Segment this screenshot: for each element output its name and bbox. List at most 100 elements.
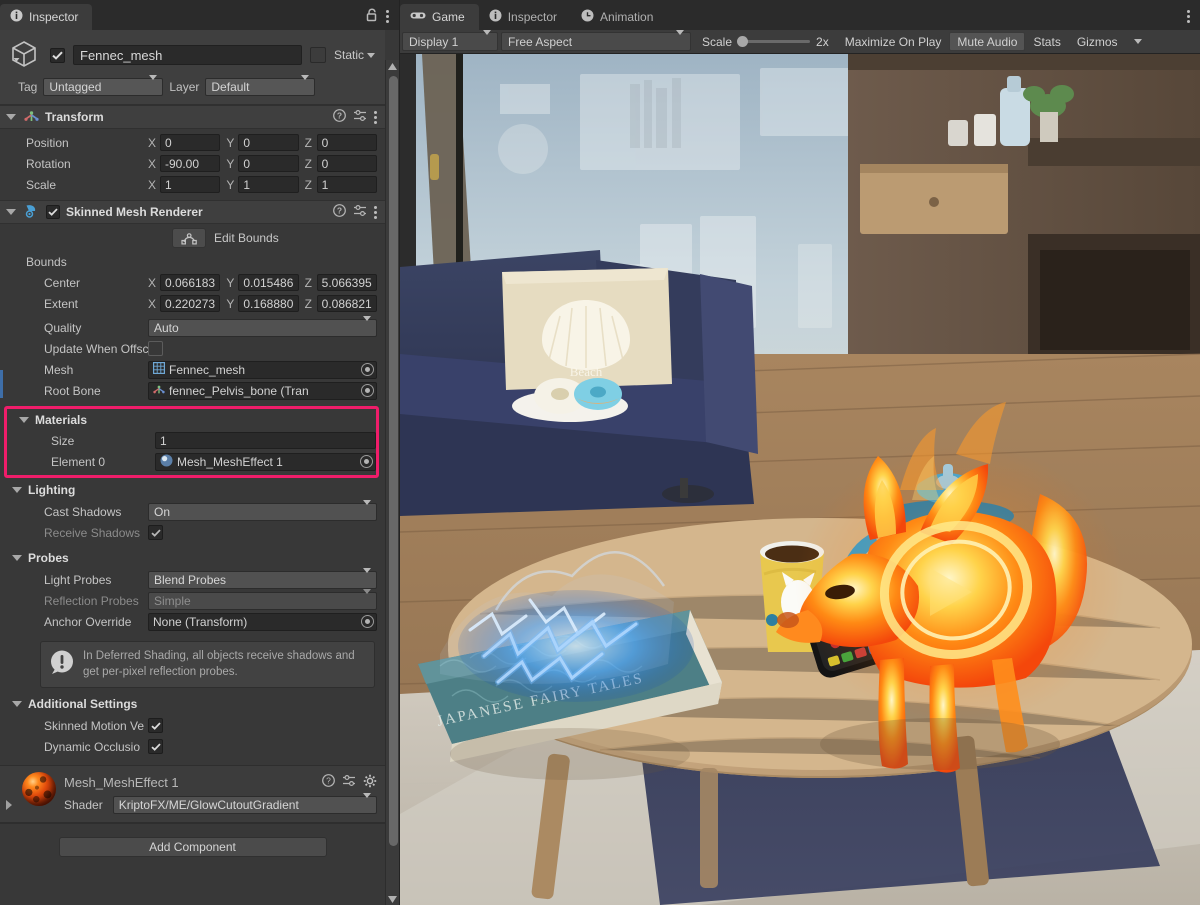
scale-z-input[interactable]: 1 <box>316 176 377 193</box>
probes-header[interactable]: Probes <box>0 548 385 568</box>
game-tabbar: Game Inspector Animation <box>400 0 1200 30</box>
materials-element0-object-field[interactable]: Mesh_MeshEffect 1 <box>155 452 376 471</box>
rotation-z-input[interactable]: 0 <box>316 155 377 172</box>
scroll-up-arrow-icon[interactable] <box>388 60 397 72</box>
foldout-icon[interactable] <box>12 555 22 561</box>
bounds-extent-z-input[interactable]: 0.086821 <box>316 295 377 312</box>
scrollbar-thumb[interactable] <box>388 76 398 846</box>
help-icon[interactable]: ? <box>322 774 335 790</box>
mesh-icon <box>153 362 166 377</box>
quality-dropdown[interactable]: Auto <box>148 315 377 337</box>
axis-y-label: Y <box>226 156 235 171</box>
scale-y-input[interactable]: 1 <box>238 176 299 193</box>
lock-open-icon[interactable] <box>366 8 378 25</box>
svg-text:?: ? <box>326 776 331 786</box>
layer-label: Layer <box>169 80 200 94</box>
root-bone-object-field[interactable]: fennec_Pelvis_bone (Tran <box>148 381 377 400</box>
materials-size-input[interactable]: 1 <box>155 432 376 449</box>
light-probes-dropdown[interactable]: Blend Probes <box>148 567 377 589</box>
stats-button[interactable]: Stats <box>1025 32 1068 51</box>
position-x-input[interactable]: 0 <box>160 134 221 151</box>
svg-text:?: ? <box>337 206 342 216</box>
display-dropdown[interactable]: Display 1 <box>402 29 498 51</box>
scale-slider[interactable] <box>737 36 811 47</box>
tab-animation-label: Animation <box>600 10 654 24</box>
game-view-render[interactable]: Beach JAPANESE FAIRY TALES <box>400 54 1200 905</box>
scale-control[interactable]: Scale 2x <box>694 35 837 49</box>
scale-x-input[interactable]: 1 <box>160 176 221 193</box>
foldout-icon[interactable] <box>6 209 16 215</box>
object-picker-icon[interactable] <box>361 615 374 628</box>
gizmos-dropdown-arrow[interactable] <box>1126 32 1153 51</box>
gameobject-name-input[interactable] <box>73 45 302 65</box>
maximize-on-play-button[interactable]: Maximize On Play <box>837 32 950 51</box>
rotation-y-input[interactable]: 0 <box>238 155 299 172</box>
tab-inspector-secondary[interactable]: Inspector <box>479 4 571 30</box>
tab-game[interactable]: Game <box>400 4 479 30</box>
add-component-button[interactable]: Add Component <box>58 837 327 858</box>
mute-audio-button[interactable]: Mute Audio <box>949 32 1026 51</box>
aspect-dropdown[interactable]: Free Aspect <box>501 29 691 51</box>
component-header-skinned-mesh-renderer[interactable]: Skinned Mesh Renderer ? <box>0 200 385 224</box>
gameobject-enabled-checkbox[interactable] <box>50 47 65 63</box>
lighting-header[interactable]: Lighting <box>0 480 385 500</box>
component-header-transform[interactable]: Transform ? <box>0 105 385 129</box>
scrollbar-track[interactable] <box>386 72 400 893</box>
receive-shadows-checkbox[interactable] <box>148 525 163 540</box>
scroll-down-arrow-icon[interactable] <box>388 893 397 905</box>
additional-settings-title: Additional Settings <box>28 697 138 712</box>
skinned-mesh-renderer-enabled-checkbox[interactable] <box>46 205 60 219</box>
bounds-extent-y-input[interactable]: 0.168880 <box>238 295 299 312</box>
bounds-extent-x-input[interactable]: 0.220273 <box>160 295 221 312</box>
object-picker-icon[interactable] <box>361 384 374 397</box>
help-icon[interactable]: ? <box>333 109 346 125</box>
tab-inspector[interactable]: Inspector <box>0 4 93 30</box>
rotation-x-input[interactable]: -90.00 <box>160 155 221 172</box>
additional-settings-header[interactable]: Additional Settings <box>0 694 385 714</box>
update-offscreen-checkbox[interactable] <box>148 341 163 356</box>
static-label[interactable]: Static <box>334 48 375 62</box>
gear-icon[interactable] <box>363 774 377 791</box>
kebab-menu-icon[interactable] <box>386 10 389 23</box>
position-z-input[interactable]: 0 <box>316 134 377 151</box>
material-preview-thumbnail <box>22 772 56 807</box>
skinned-mesh-renderer-icon <box>24 203 40 221</box>
foldout-icon[interactable] <box>12 487 22 493</box>
reflection-probes-dropdown[interactable]: Simple <box>148 588 377 610</box>
axis-x-label: X <box>148 156 157 171</box>
axis-x-label: X <box>148 275 157 290</box>
cast-shadows-dropdown[interactable]: On <box>148 499 377 521</box>
object-picker-icon[interactable] <box>361 363 374 376</box>
gizmos-button[interactable]: Gizmos <box>1069 32 1126 51</box>
kebab-menu-icon[interactable] <box>374 110 377 124</box>
preset-icon[interactable] <box>353 204 367 220</box>
kebab-menu-icon[interactable] <box>1187 10 1190 23</box>
position-y-input[interactable]: 0 <box>238 134 299 151</box>
chevron-down-icon <box>363 793 371 813</box>
foldout-icon[interactable] <box>19 417 29 423</box>
help-icon[interactable]: ? <box>333 204 346 220</box>
bounds-center-y-input[interactable]: 0.015486 <box>238 274 299 291</box>
scale-slider-knob[interactable] <box>737 36 749 47</box>
tab-animation[interactable]: Animation <box>571 4 667 30</box>
shader-dropdown[interactable]: KriptoFX/ME/GlowCutoutGradient <box>112 793 377 815</box>
foldout-icon[interactable] <box>6 114 16 120</box>
inspector-scrollbar[interactable] <box>385 60 399 905</box>
bounds-center-x-input[interactable]: 0.066183 <box>160 274 221 291</box>
bounds-center-z-input[interactable]: 5.066395 <box>316 274 377 291</box>
anchor-override-object-field[interactable]: None (Transform) <box>148 612 377 631</box>
edit-bounds-button[interactable] <box>172 228 206 248</box>
foldout-icon[interactable] <box>6 800 12 811</box>
mesh-object-field[interactable]: Fennec_mesh <box>148 360 377 379</box>
skinned-motion-vectors-checkbox[interactable] <box>148 718 163 734</box>
layer-dropdown[interactable]: Default <box>205 75 316 96</box>
foldout-icon[interactable] <box>12 701 22 708</box>
object-picker-icon[interactable] <box>360 455 373 468</box>
static-checkbox[interactable] <box>309 47 326 63</box>
preset-icon[interactable] <box>342 774 356 790</box>
tag-dropdown[interactable]: Untagged <box>43 75 164 96</box>
preset-icon[interactable] <box>353 109 367 125</box>
dynamic-occlusion-checkbox[interactable] <box>148 739 163 755</box>
materials-header[interactable]: Materials <box>7 410 376 430</box>
kebab-menu-icon[interactable] <box>374 205 377 219</box>
